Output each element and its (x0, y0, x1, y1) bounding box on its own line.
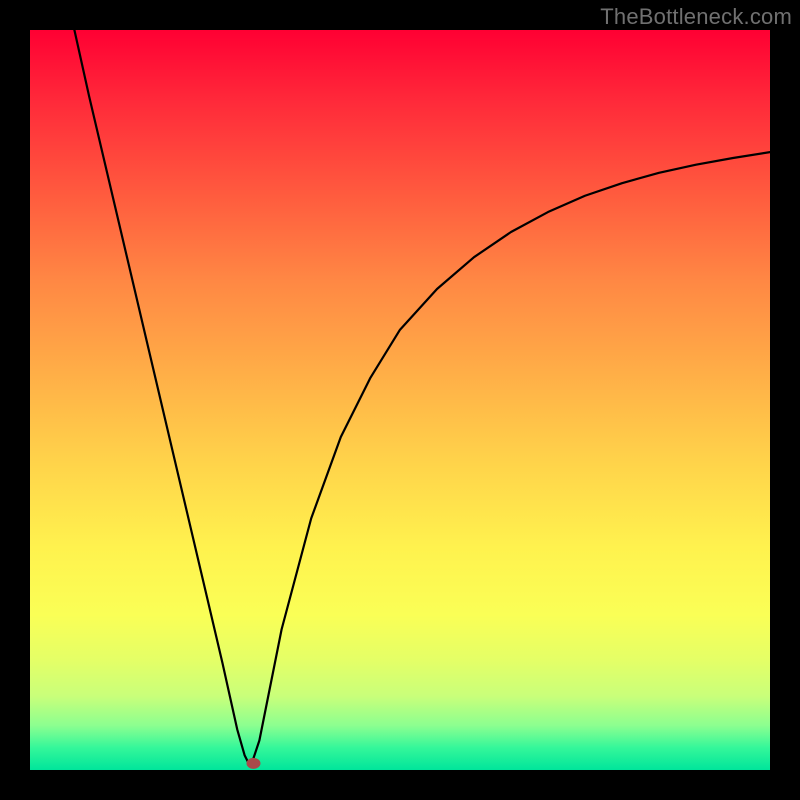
minimum-marker (246, 758, 260, 769)
chart-svg (30, 30, 770, 770)
bottleneck-curve (74, 30, 770, 763)
chart-frame: TheBottleneck.com (0, 0, 800, 800)
attribution-label: TheBottleneck.com (600, 4, 792, 30)
plot-area (30, 30, 770, 770)
